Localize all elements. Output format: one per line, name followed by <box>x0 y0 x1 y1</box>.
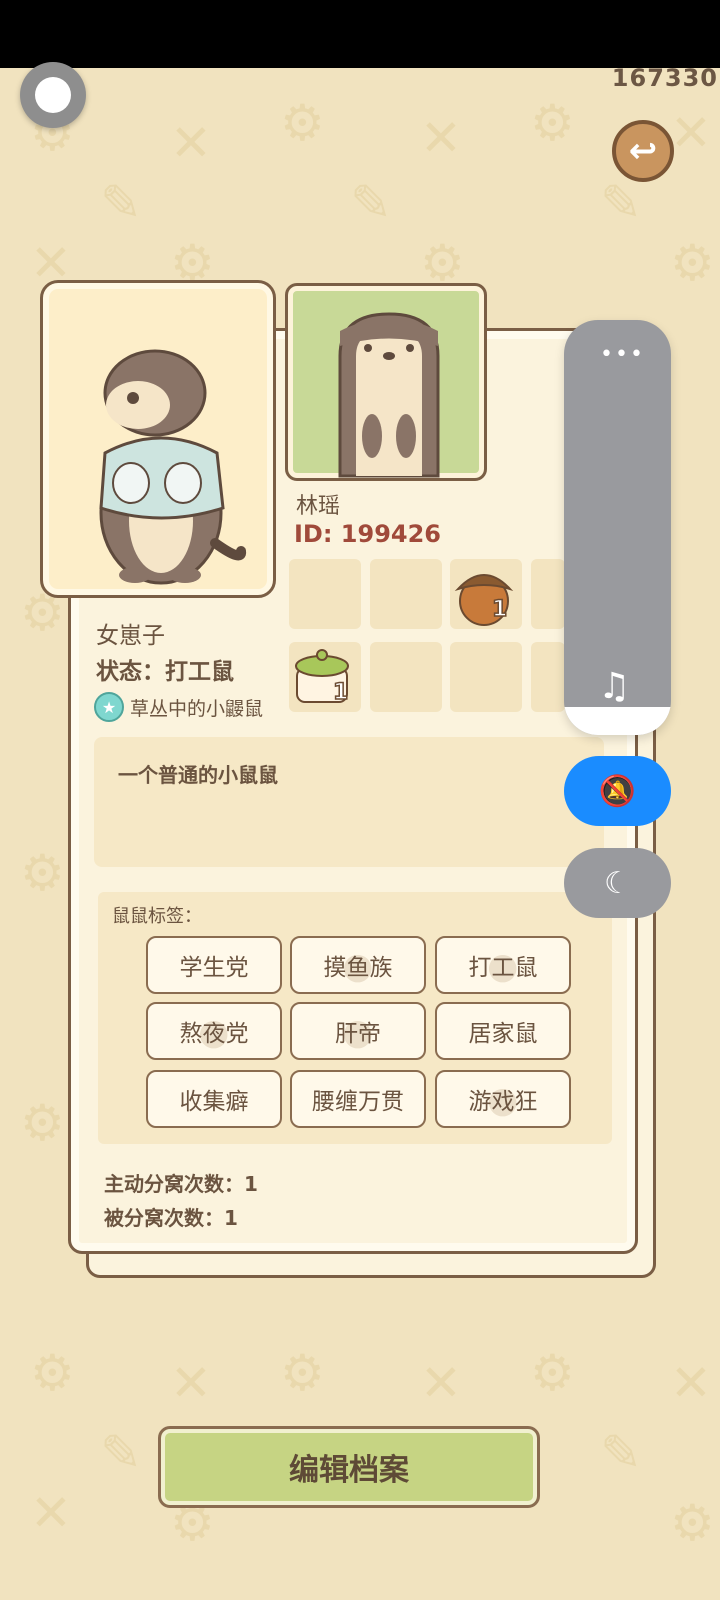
music-note-icon[interactable]: ♫ <box>598 666 630 707</box>
back-button[interactable]: ↩ <box>612 120 674 182</box>
achievement-label: 草丛中的小鼹鼠 <box>130 697 264 720</box>
tag-button[interactable]: ● 摸鱼族 <box>290 936 426 994</box>
bio-text: 一个普通的小鼠鼠 <box>118 763 278 787</box>
bio-box: 一个普通的小鼠鼠 <box>94 737 604 867</box>
otter-outfit-icon <box>99 349 247 585</box>
coin-count: 167330 <box>611 64 718 92</box>
item-count: 1 <box>332 679 349 706</box>
achievement-badge[interactable]: ★ 草丛中的小鼹鼠 <box>94 692 263 722</box>
bell-off-icon: 🔕 <box>598 773 637 809</box>
tag-button[interactable]: ● 游戏狂 <box>435 1070 571 1128</box>
inventory-slot-pot[interactable]: 1 <box>289 642 361 712</box>
status-label: 状态：打工鼠 <box>96 659 234 685</box>
inventory-slot[interactable] <box>370 642 442 712</box>
inventory-slot[interactable] <box>370 559 442 629</box>
floating-assist-button[interactable] <box>20 62 86 128</box>
more-menu-icon[interactable]: ••• <box>600 342 645 367</box>
item-count: 1 <box>491 596 508 623</box>
acorn-icon <box>454 574 514 626</box>
edit-profile-button[interactable]: 编辑档案 <box>158 1426 540 1508</box>
gem-icon: ★ <box>94 692 124 722</box>
tag-button[interactable]: 腰缠万贯 <box>290 1070 426 1128</box>
inventory-slot[interactable] <box>289 559 361 629</box>
tags-box: 鼠鼠标签： 学生党 ● 摸鱼族 ● 打工鼠 ● 熬夜党 ● 肝帝 居家鼠 收集癖 腰缠万… <box>98 892 612 1144</box>
curved-arrow-back-icon: ↩ <box>628 131 658 171</box>
character-avatar[interactable] <box>285 283 487 481</box>
inventory-slot[interactable] <box>531 642 565 712</box>
tag-button[interactable]: ● 肝帝 <box>290 1002 426 1060</box>
inventory-slot[interactable] <box>450 642 522 712</box>
tag-button[interactable]: ● 熬夜党 <box>146 1002 282 1060</box>
nickname: 林瑶 <box>296 494 341 519</box>
user-id: ID: 199426 <box>294 520 441 548</box>
tag-button[interactable]: 学生党 <box>146 936 282 994</box>
passive-split-count: 被分窝次数：1 <box>104 1206 238 1230</box>
night-mode-toggle[interactable]: ☾ <box>564 848 671 918</box>
tag-button[interactable]: ● 打工鼠 <box>435 936 571 994</box>
status-bar <box>0 0 720 68</box>
gender-label: 女崽子 <box>96 623 165 649</box>
inventory-slot[interactable] <box>531 559 565 629</box>
otter-avatar-icon <box>338 312 440 478</box>
active-split-count: 主动分窝次数：1 <box>104 1172 258 1196</box>
pot-icon <box>295 649 349 703</box>
character-outfit-portrait <box>40 280 276 598</box>
tag-button[interactable]: 收集癖 <box>146 1070 282 1128</box>
tag-button[interactable]: 居家鼠 <box>435 1002 571 1060</box>
inventory-slot-acorn[interactable]: 1 <box>450 559 522 629</box>
moon-icon: ☾ <box>604 865 631 901</box>
tags-title: 鼠鼠标签： <box>112 906 202 927</box>
mute-toggle[interactable]: 🔕 <box>564 756 671 826</box>
